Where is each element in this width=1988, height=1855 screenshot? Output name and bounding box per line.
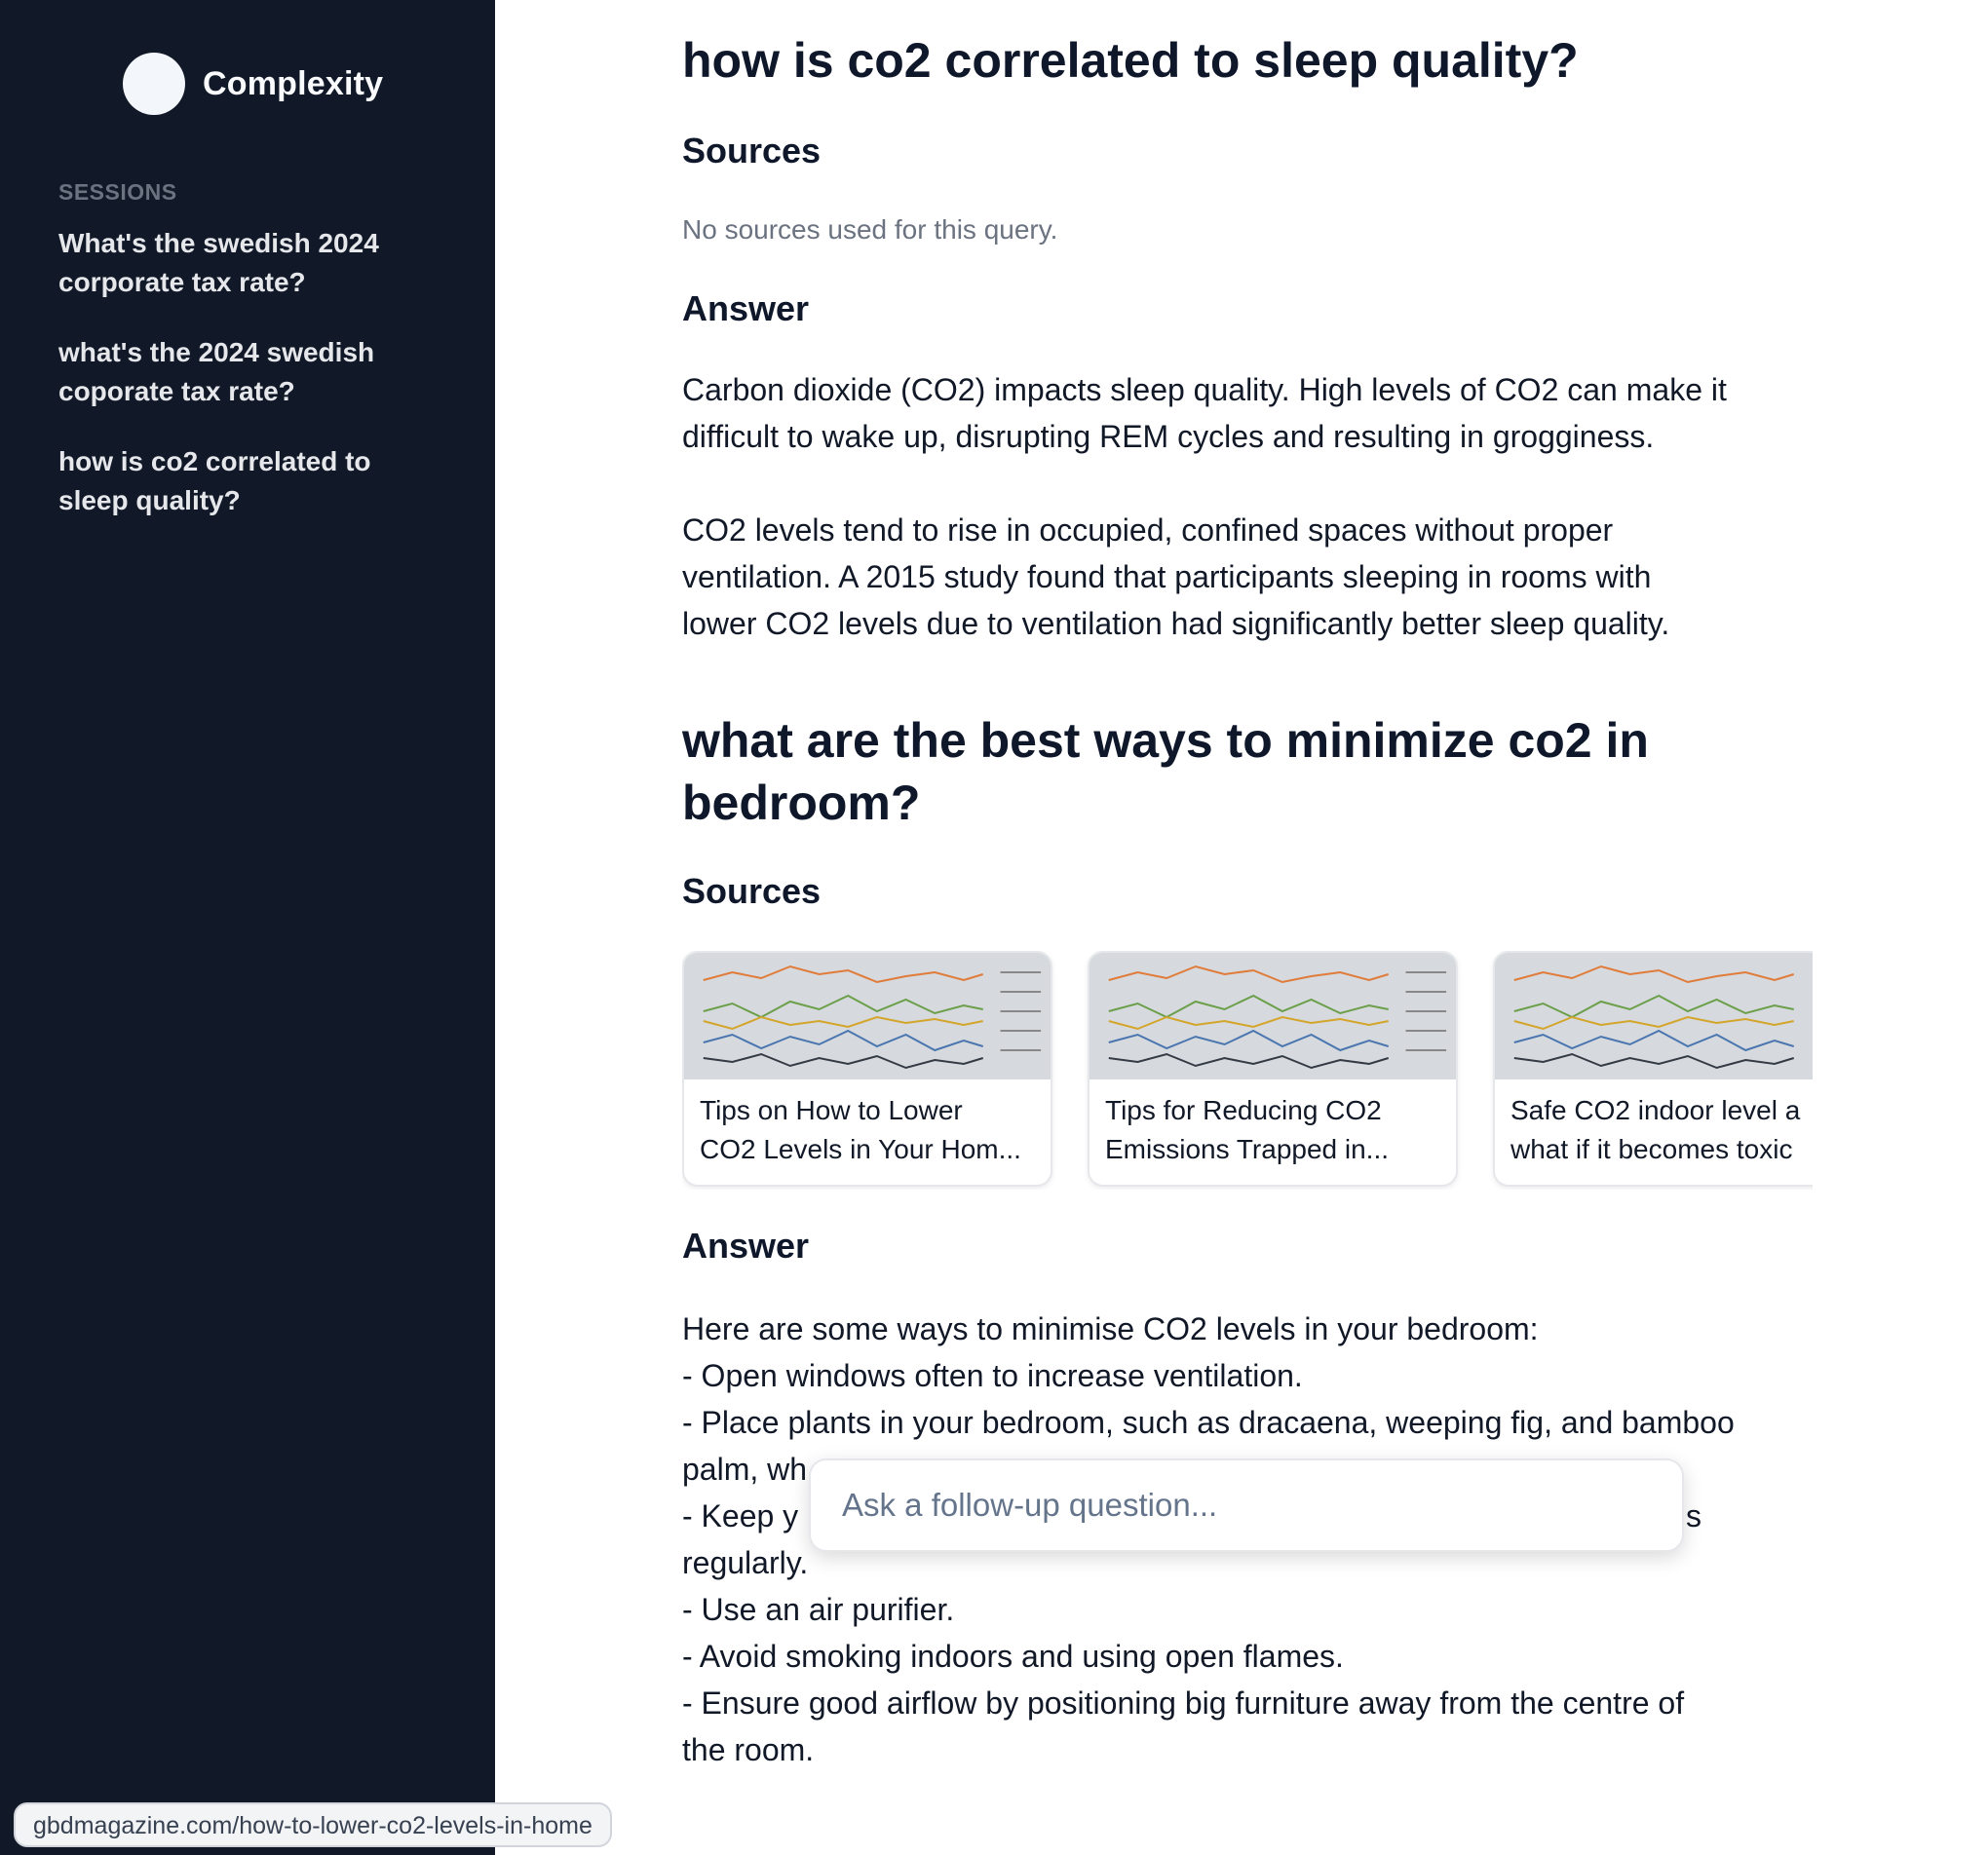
session-list: What's the swedish 2024 corporate tax ra… [58,224,448,551]
query-title: how is co2 correlated to sleep quality? [682,33,1579,88]
answer-line-end: s [1686,1498,1701,1533]
answer-line: - Use an air purifier. [682,1592,955,1627]
followup-input[interactable] [811,1460,1682,1550]
query-title-line: what are the best ways to minimize co2 i… [682,713,1649,768]
source-title: Tips on How to Lower CO2 Levels in Your … [684,1079,1051,1169]
source-title-line: Emissions Trapped in... [1105,1134,1390,1164]
answer-line-start: - Keep y [682,1498,799,1533]
no-sources-text: No sources used for this query. [682,214,1058,245]
source-card[interactable]: Safe CO2 indoor level a what if it becom… [1493,951,1813,1187]
source-title-line: Tips for Reducing CO2 [1105,1095,1382,1125]
query-title-line: bedroom? [682,776,921,830]
sidebar: Complexity SESSIONS What's the swedish 2… [0,0,495,1855]
answer-line: ventilation. A 2015 study found that par… [682,559,1652,594]
source-title-line: Safe CO2 indoor level a [1510,1095,1801,1125]
answer-line: - Avoid smoking indoors and using open f… [682,1639,1344,1674]
answer-line: lower CO2 levels due to ventilation had … [682,606,1670,641]
session-item-line: sleep quality? [58,485,241,515]
source-card[interactable]: Tips for Reducing CO2 Emissions Trapped … [1088,951,1458,1187]
app-name: Complexity [203,64,384,102]
answer-line: difficult to wake up, disrupting REM cyc… [682,419,1655,454]
sessions-label: SESSIONS [58,179,177,205]
session-item[interactable]: what's the 2024 swedish coporate tax rat… [58,333,448,411]
answer-heading: Answer [682,288,810,328]
session-item-line: coporate tax rate? [58,376,295,406]
source-thumbnail [1090,953,1456,1079]
answer-line: - Place plants in your bedroom, such as … [682,1405,1735,1440]
brand[interactable]: Complexity [123,53,383,115]
answer-line: Carbon dioxide (CO2) impacts sleep quali… [682,372,1727,407]
answer-line: Here are some ways to minimise CO2 level… [682,1311,1539,1346]
session-item[interactable]: What's the swedish 2024 corporate tax ra… [58,224,448,302]
source-title-line: Tips on How to Lower [700,1095,963,1125]
source-title-line: CO2 Levels in Your Hom... [700,1134,1021,1164]
session-item-line: corporate tax rate? [58,267,306,297]
app-logo-icon [123,53,185,115]
answer-heading: Answer [682,1226,810,1266]
session-item[interactable]: how is co2 correlated to sleep quality? [58,442,448,520]
answer-line: - Ensure good airflow by positioning big… [682,1685,1685,1721]
followup-box [809,1458,1684,1552]
source-cards: Tips on How to Lower CO2 Levels in Your … [682,951,1813,1190]
answer-line: CO2 levels tend to rise in occupied, con… [682,512,1614,548]
sources-heading: Sources [682,131,822,170]
answer-line: the room. [682,1732,815,1767]
session-item-line: what's the 2024 swedish [58,337,375,367]
session-item-line: how is co2 correlated to [58,446,371,476]
query-title: what are the best ways to minimize co2 i… [682,709,1649,834]
source-thumbnail [1495,953,1813,1079]
source-thumbnail [684,953,1051,1079]
sources-heading: Sources [682,871,822,911]
session-item-line: What's the swedish 2024 [58,228,379,258]
source-title: Tips for Reducing CO2 Emissions Trapped … [1090,1079,1456,1169]
source-card[interactable]: Tips on How to Lower CO2 Levels in Your … [682,951,1052,1187]
answer-line: - Open windows often to increase ventila… [682,1358,1303,1393]
answer-text: Carbon dioxide (CO2) impacts sleep quali… [682,366,1813,647]
status-url: gbdmagazine.com/how-to-lower-co2-levels-… [14,1802,612,1847]
source-title-line: what if it becomes toxic [1510,1134,1793,1164]
source-title: Safe CO2 indoor level a what if it becom… [1495,1079,1813,1169]
